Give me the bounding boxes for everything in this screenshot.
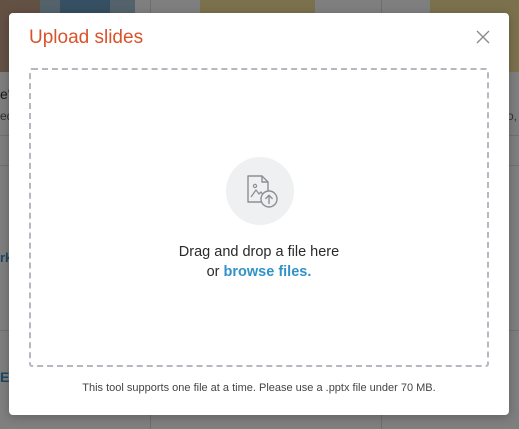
upload-slides-dialog: Upload slides Drag and drop a file here [9,13,509,415]
drag-drop-text: Drag and drop a file here [178,244,340,260]
file-dropzone[interactable]: Drag and drop a file here or browse file… [29,68,489,367]
dialog-title: Upload slides [29,27,144,48]
upload-requirements-note: This tool supports one file at a time. P… [82,382,436,394]
close-button[interactable] [471,25,495,49]
or-text: or [206,264,224,280]
close-icon [476,30,490,44]
browse-line: or browse files. [31,262,487,282]
upload-icon-circle [226,157,294,225]
dropzone-instructions: Drag and drop a file here or browse file… [31,242,487,282]
image-upload-icon [247,175,278,208]
browse-files-link[interactable]: browse files. [224,264,312,280]
